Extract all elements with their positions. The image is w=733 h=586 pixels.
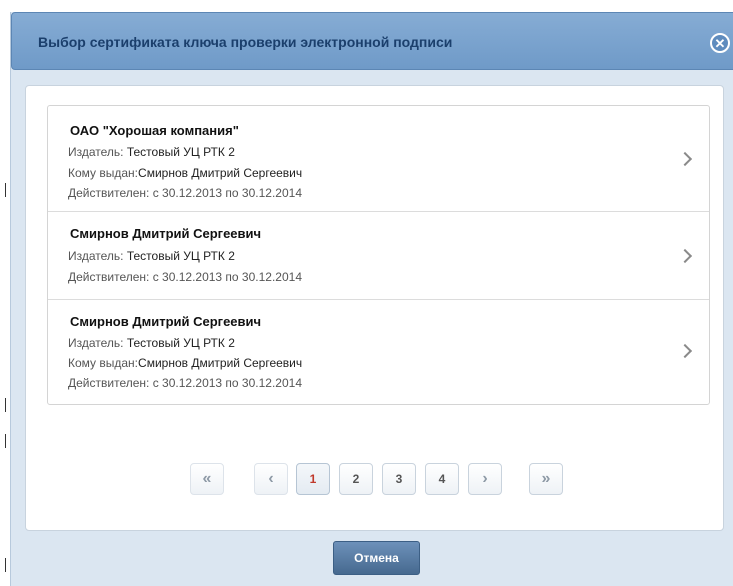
issuer-value: Тестовый УЦ РТК 2 — [126, 145, 235, 159]
validity-label: Действителен: — [68, 270, 150, 284]
background-tick — [5, 558, 6, 572]
certificate-issuer: Издатель: Тестовый УЦ РТК 2 — [68, 336, 235, 350]
background-page-edge — [0, 0, 8, 586]
certificate-name: Смирнов Дмитрий Сергеевич — [70, 226, 262, 241]
next-page-button[interactable]: › — [468, 463, 502, 495]
certificate-item[interactable]: Смирнов Дмитрий Сергеевич Издатель: Тест… — [48, 300, 709, 404]
certificate-item[interactable]: Смирнов Дмитрий Сергеевич Издатель: Тест… — [48, 212, 709, 300]
issued-to-value: Смирнов Дмитрий Сергеевич — [138, 166, 303, 180]
dialog-title: Выбор сертификата ключа проверки электро… — [38, 34, 453, 50]
background-tick — [5, 434, 6, 448]
issuer-value: Тестовый УЦ РТК 2 — [126, 336, 235, 350]
certificate-name: Смирнов Дмитрий Сергеевич — [70, 314, 262, 329]
certificate-panel: ОАО "Хорошая компания" Издатель: Тестовы… — [25, 85, 724, 531]
pagination: « ‹ 1 2 3 4 › » — [26, 463, 725, 499]
background-tick — [5, 398, 6, 412]
chevron-right-icon — [677, 248, 693, 264]
certificate-list: ОАО "Хорошая компания" Издатель: Тестовы… — [47, 105, 710, 405]
validity-value: с 30.12.2013 по 30.12.2014 — [152, 186, 302, 200]
validity-value: с 30.12.2013 по 30.12.2014 — [152, 376, 302, 390]
issuer-label: Издатель: — [68, 249, 124, 263]
page-button-2[interactable]: 2 — [339, 463, 373, 495]
last-page-button[interactable]: » — [529, 463, 563, 495]
issuer-label: Издатель: — [68, 145, 124, 159]
certificate-issuer: Издатель: Тестовый УЦ РТК 2 — [68, 249, 235, 263]
certificate-name: ОАО "Хорошая компания" — [70, 123, 239, 138]
certificate-item[interactable]: ОАО "Хорошая компания" Издатель: Тестовы… — [48, 106, 709, 212]
close-icon[interactable]: ✕ — [710, 33, 730, 53]
prev-page-button[interactable]: ‹ — [254, 463, 288, 495]
page-button-3[interactable]: 3 — [382, 463, 416, 495]
certificate-issuer: Издатель: Тестовый УЦ РТК 2 — [68, 145, 235, 159]
issued-to-label: Кому выдан: — [68, 356, 139, 370]
certificate-issued-to: Кому выдан:Смирнов Дмитрий Сергеевич — [68, 166, 302, 180]
issuer-value: Тестовый УЦ РТК 2 — [126, 249, 235, 263]
background-tick — [5, 183, 6, 197]
certificate-dialog: Выбор сертификата ключа проверки электро… — [10, 12, 733, 586]
validity-value: с 30.12.2013 по 30.12.2014 — [152, 270, 302, 284]
certificate-validity: Действителен: с 30.12.2013 по 30.12.2014 — [68, 186, 302, 200]
page-button-4[interactable]: 4 — [425, 463, 459, 495]
chevron-right-icon — [677, 343, 693, 359]
cancel-button[interactable]: Отмена — [333, 541, 420, 575]
certificate-validity: Действителен: с 30.12.2013 по 30.12.2014 — [68, 376, 302, 390]
page-button-1[interactable]: 1 — [296, 463, 330, 495]
chevron-right-icon — [677, 151, 693, 167]
issued-to-value: Смирнов Дмитрий Сергеевич — [138, 356, 303, 370]
issued-to-label: Кому выдан: — [68, 166, 139, 180]
certificate-issued-to: Кому выдан:Смирнов Дмитрий Сергеевич — [68, 356, 302, 370]
first-page-button[interactable]: « — [190, 463, 224, 495]
dialog-titlebar: Выбор сертификата ключа проверки электро… — [11, 12, 733, 70]
validity-label: Действителен: — [68, 376, 150, 390]
certificate-validity: Действителен: с 30.12.2013 по 30.12.2014 — [68, 270, 302, 284]
issuer-label: Издатель: — [68, 336, 124, 350]
validity-label: Действителен: — [68, 186, 150, 200]
